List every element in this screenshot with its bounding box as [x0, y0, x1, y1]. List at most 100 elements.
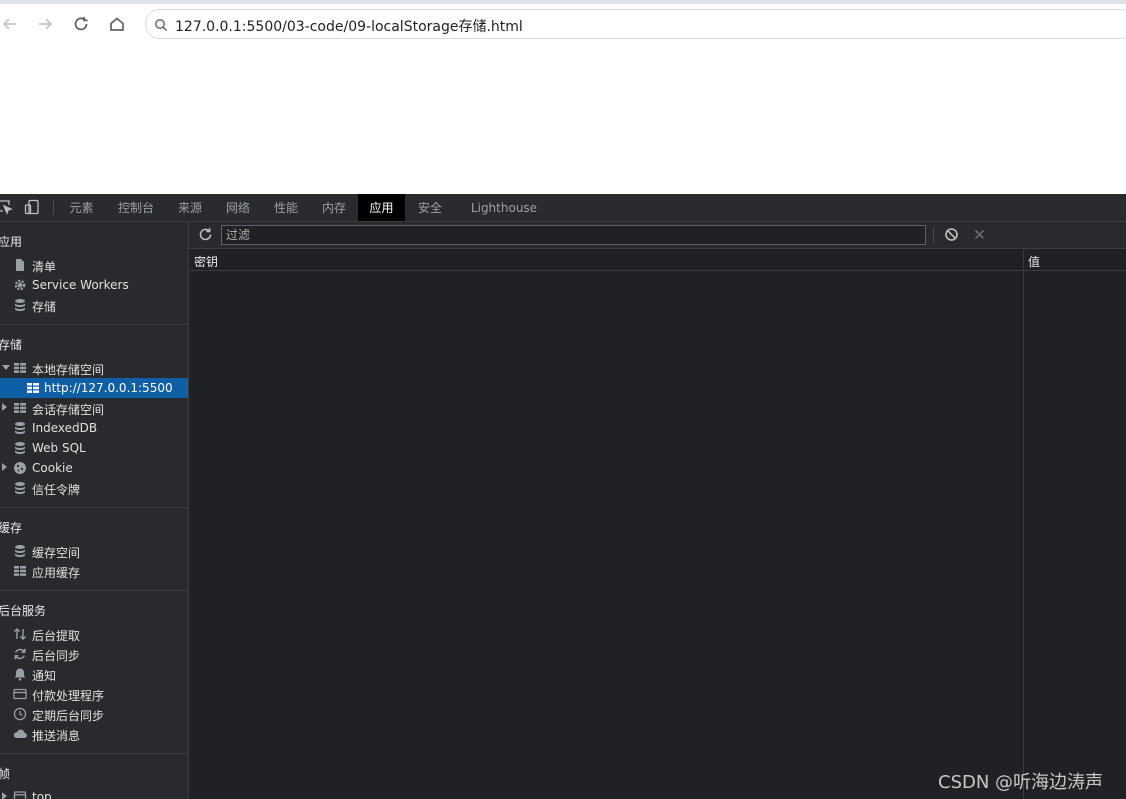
sidebar-item-label: 信任令牌 — [32, 483, 81, 497]
forward-arrow-icon[interactable] — [33, 12, 57, 36]
sidebar-item-label: 存储 — [32, 300, 57, 314]
device-toggle-icon[interactable] — [24, 199, 40, 215]
sidebar-item-label: 清单 — [32, 260, 57, 274]
collapse-arrow-icon[interactable] — [2, 403, 7, 411]
sidebar-item-local-storage[interactable]: 本地存储空间 — [0, 358, 188, 378]
sidebar-item-trust-tokens[interactable]: 信任令牌 — [0, 478, 188, 498]
filter-input[interactable] — [221, 225, 926, 245]
cookie-icon — [13, 461, 27, 475]
sidebar-item-label: IndexedDB — [32, 421, 98, 435]
search-icon — [154, 17, 168, 31]
sidebar-item-label: 缓存空间 — [32, 546, 81, 560]
sidebar-item-label: 推送消息 — [32, 729, 81, 743]
sidebar-item-manifest[interactable]: 清单 — [0, 255, 188, 275]
file-icon — [13, 258, 27, 272]
devtools-panel: 元素 控制台 来源 网络 性能 内存 应用 安全 Lighthouse 应用 清… — [0, 194, 1126, 799]
sidebar-item-label: 后台同步 — [32, 649, 81, 663]
sync-icon — [13, 647, 27, 661]
delete-selected-icon[interactable] — [972, 227, 987, 242]
home-icon[interactable] — [105, 12, 129, 36]
clear-all-icon[interactable] — [944, 227, 959, 242]
sidebar-item-label: Service Workers — [32, 278, 129, 292]
sidebar-item-periodic-sync[interactable]: 定期后台同步 — [0, 704, 188, 724]
sidebar-item-push-messaging[interactable]: 推送消息 — [0, 724, 188, 744]
column-header-key[interactable]: 密钥 — [194, 253, 218, 270]
sidebar-item-cache-storage[interactable]: 缓存空间 — [0, 541, 188, 561]
column-header-value[interactable]: 值 — [1028, 253, 1040, 270]
sidebar-item-label: 本地存储空间 — [32, 363, 105, 377]
section-heading-background-services: 后台服务 — [0, 604, 47, 618]
clock-icon — [13, 707, 27, 721]
sidebar-item-label: 定期后台同步 — [32, 709, 105, 723]
sidebar-item-storage-overview[interactable]: 存储 — [0, 295, 188, 315]
section-divider — [0, 753, 188, 754]
storage-toolbar — [189, 222, 1126, 249]
tab-elements[interactable]: 元素 — [61, 194, 102, 221]
tab-network[interactable]: 网络 — [218, 194, 258, 221]
reload-icon[interactable] — [69, 12, 93, 36]
sidebar-item-notifications[interactable]: 通知 — [0, 664, 188, 684]
devtools-tab-bar: 元素 控制台 来源 网络 性能 内存 应用 安全 Lighthouse — [0, 194, 1126, 222]
refresh-icon[interactable] — [198, 227, 213, 242]
sidebar-item-local-storage-origin[interactable]: http://127.0.0.1:5500 — [0, 378, 188, 398]
database-icon — [13, 298, 27, 312]
database-icon — [13, 421, 27, 435]
gear-icon — [13, 278, 27, 292]
sidebar-item-cookie[interactable]: Cookie — [0, 458, 188, 478]
storage-table-header: 密钥 值 — [189, 249, 1126, 271]
browser-toolbar: 127.0.0.1:5500/03-code/09-localStorage存储… — [0, 4, 1126, 44]
arrows-up-down-icon — [13, 627, 27, 641]
sidebar-item-label: top — [32, 790, 52, 799]
toolbar-separator — [933, 227, 934, 243]
expand-arrow-icon[interactable] — [2, 365, 10, 370]
sidebar-item-indexeddb[interactable]: IndexedDB — [0, 418, 188, 438]
sidebar-item-label: 应用缓存 — [32, 566, 81, 580]
sidebar-item-frame-top[interactable]: top — [0, 787, 188, 799]
sidebar-item-label: 后台提取 — [32, 629, 81, 643]
section-divider — [0, 507, 188, 508]
sidebar-item-application-cache[interactable]: 应用缓存 — [0, 561, 188, 581]
grid-icon — [13, 401, 27, 415]
grid-icon — [13, 361, 27, 375]
collapse-arrow-icon[interactable] — [2, 792, 7, 799]
watermark-text: CSDN @听海边涛声 — [938, 772, 1104, 793]
tab-sources[interactable]: 来源 — [170, 194, 210, 221]
section-heading-application: 应用 — [0, 235, 23, 249]
section-divider — [0, 324, 188, 325]
database-icon — [13, 441, 27, 455]
bell-icon — [13, 667, 27, 681]
tab-console[interactable]: 控制台 — [110, 194, 162, 221]
sidebar-item-label: 会话存储空间 — [32, 403, 105, 417]
address-url: 127.0.0.1:5500/03-code/09-localStorage存储… — [175, 19, 523, 35]
sidebar-item-background-fetch[interactable]: 后台提取 — [0, 624, 188, 644]
section-divider — [0, 590, 188, 591]
sidebar-item-label: Web SQL — [32, 441, 86, 455]
cloud-icon — [13, 727, 27, 741]
collapse-arrow-icon[interactable] — [2, 463, 7, 471]
tab-bar-separator — [53, 200, 54, 215]
sidebar-item-session-storage[interactable]: 会话存储空间 — [0, 398, 188, 418]
local-storage-panel: 密钥 值 — [189, 222, 1126, 799]
sidebar-item-label: 通知 — [32, 669, 57, 683]
inspect-element-icon[interactable] — [0, 199, 13, 215]
address-bar[interactable]: 127.0.0.1:5500/03-code/09-localStorage存储… — [145, 9, 1126, 39]
database-icon — [13, 481, 27, 495]
sidebar-item-web-sql[interactable]: Web SQL — [0, 438, 188, 458]
sidebar-item-service-workers[interactable]: Service Workers — [0, 275, 188, 295]
sidebar-item-label: 付款处理程序 — [32, 689, 105, 703]
sidebar-item-payment-handler[interactable]: 付款处理程序 — [0, 684, 188, 704]
tab-performance[interactable]: 性能 — [266, 194, 306, 221]
back-arrow-icon[interactable] — [0, 12, 22, 36]
column-divider[interactable] — [1023, 249, 1024, 799]
tab-lighthouse[interactable]: Lighthouse — [464, 194, 544, 221]
tab-application[interactable]: 应用 — [358, 194, 405, 221]
sidebar-item-label: http://127.0.0.1:5500 — [44, 381, 173, 395]
application-sidebar: 应用 清单 Service Workers 存储 存储 本地存储空间 http:… — [0, 222, 189, 799]
sidebar-item-background-sync[interactable]: 后台同步 — [0, 644, 188, 664]
tab-memory[interactable]: 内存 — [314, 194, 354, 221]
section-heading-frames: 帧 — [0, 765, 10, 782]
database-icon — [13, 544, 27, 558]
tab-security[interactable]: 安全 — [410, 194, 450, 221]
section-heading-storage: 存储 — [0, 338, 23, 352]
frame-icon — [13, 790, 27, 799]
